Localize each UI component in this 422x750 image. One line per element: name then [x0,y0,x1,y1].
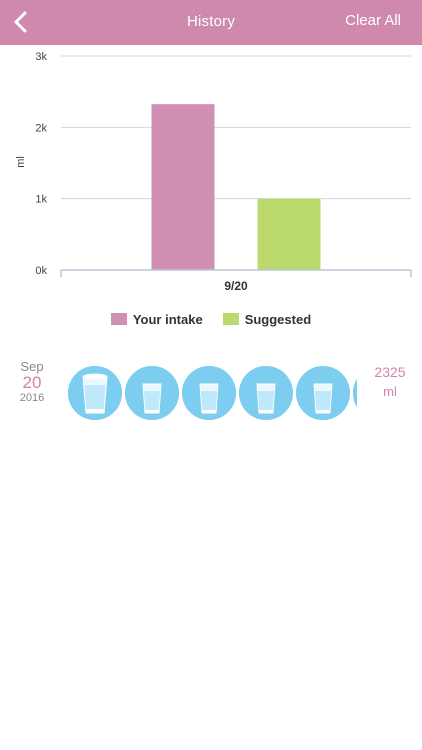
intake-chart: 0k 1k 2k 3k ml 9/20 [15,51,412,293]
y-tick-label: 2k [35,122,47,134]
total-value: 2325 [374,364,406,380]
y-tick-label: 0k [35,265,47,277]
y-tick-label: 3k [35,51,47,63]
legend-swatch-intake [110,313,127,325]
navigation-bar: History Clear All [0,0,422,45]
water-glass-icon[interactable] [124,365,180,421]
clear-all-button[interactable]: Clear All [345,12,401,29]
water-glass-icon[interactable] [352,365,357,421]
legend-item-intake: Your intake [110,311,203,327]
glass-list [67,365,357,421]
water-glass-icon[interactable] [181,365,237,421]
legend-item-suggested: Suggested [222,311,312,327]
chart-legend: Your intake Suggested [0,310,422,328]
bar-your-intake [151,104,215,271]
history-month: Sep [20,359,44,374]
history-year: 2016 [19,392,45,404]
history-row[interactable]: Sep 20 2016 2325 ml [0,355,422,425]
y-axis-label: ml [15,156,27,168]
bar-suggested [257,198,321,270]
x-tick-label: 9/20 [224,279,248,293]
water-glass-icon[interactable] [67,365,123,421]
legend-label-suggested: Suggested [244,311,312,327]
history-day: 20 [22,373,42,392]
y-tick-label: 1k [35,194,47,206]
history-total: 2325 ml [366,364,414,399]
water-glass-icon[interactable] [238,365,294,421]
water-glass-icon[interactable] [295,365,351,421]
legend-label-intake: Your intake [132,311,203,327]
total-unit: ml [383,384,397,399]
legend-swatch-suggested [222,313,239,325]
history-date: Sep 20 2016 [10,359,54,404]
